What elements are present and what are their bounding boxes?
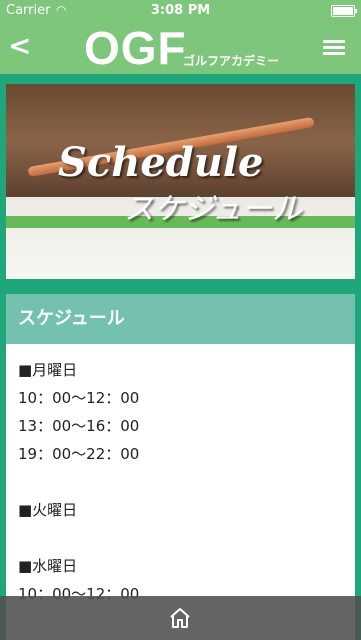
schedule-card: スケジュール ■月曜日 10：00〜12：00 13：00〜16：00 19：0… bbox=[6, 294, 355, 640]
status-time: 3:08 PM bbox=[150, 3, 211, 18]
menu-icon[interactable] bbox=[323, 40, 345, 56]
bottom-tab-bar bbox=[0, 596, 361, 640]
logo-subtitle: ゴルフアカデミー bbox=[183, 54, 280, 68]
status-bar: Carrier ◠ 3:08 PM bbox=[0, 0, 361, 22]
day-tuesday: ■火曜日 bbox=[18, 501, 78, 519]
time-slot: 13：00〜16：00 bbox=[18, 417, 140, 435]
navigation-bar: < OGF ゴルフアカデミー bbox=[0, 22, 361, 74]
schedule-banner: Schedule スケジュール bbox=[6, 84, 355, 279]
banner-subtitle: スケジュール bbox=[124, 192, 302, 227]
logo: OGF bbox=[84, 22, 187, 74]
time-slot: 10：00〜12：00 bbox=[18, 389, 140, 407]
section-title: スケジュール bbox=[6, 294, 355, 344]
battery-icon bbox=[331, 5, 357, 17]
schedule-list: ■月曜日 10：00〜12：00 13：00〜16：00 19：00〜22：00… bbox=[6, 344, 355, 608]
day-wednesday: ■水曜日 bbox=[18, 557, 78, 575]
home-icon[interactable] bbox=[168, 606, 192, 630]
time-slot: 19：00〜22：00 bbox=[18, 445, 140, 463]
day-monday: ■月曜日 bbox=[18, 361, 78, 379]
back-button[interactable]: < bbox=[8, 30, 31, 62]
banner-title: Schedule bbox=[58, 139, 264, 186]
